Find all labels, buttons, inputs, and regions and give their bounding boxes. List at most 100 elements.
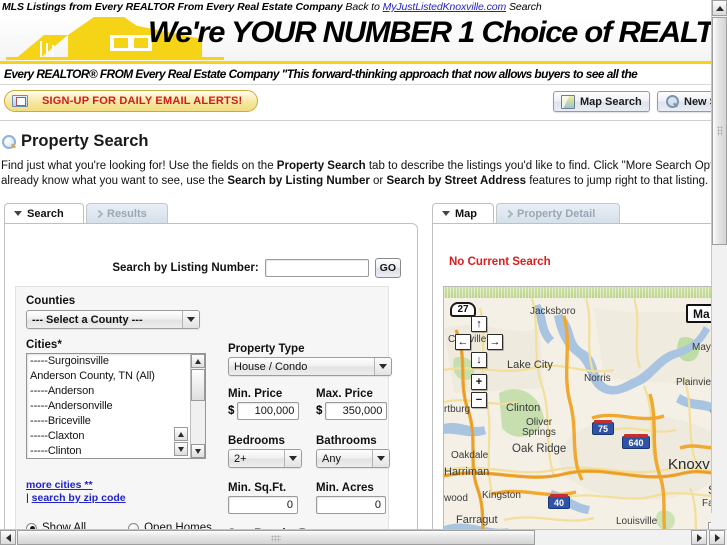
tab-results[interactable]: Results [86, 203, 168, 223]
counties-label: Counties [26, 295, 76, 307]
map-place-label: Farragut [456, 514, 498, 526]
zip-code-row: | search by zip code [26, 492, 126, 504]
strapline-backto: Back to [345, 1, 380, 13]
min-price-input[interactable] [237, 402, 300, 420]
map-zoom-out-button[interactable]: − [471, 392, 487, 408]
tab-property-detail[interactable]: Property Detail [496, 203, 620, 223]
listing-go-button[interactable]: GO [374, 258, 401, 278]
inner-scroll-down-button[interactable] [174, 442, 188, 456]
list-item[interactable]: -----Anderson [27, 384, 205, 399]
county-select[interactable]: --- Select a County --- [26, 310, 200, 329]
more-cities-link[interactable]: more cities ** [26, 479, 93, 491]
map-canvas[interactable]: Jacksboro Caryville Lake City Norris May… [444, 298, 724, 538]
chevron-down-icon[interactable] [372, 450, 389, 467]
list-item[interactable]: -----Andersonville [27, 399, 205, 414]
chevron-down-icon[interactable] [374, 358, 391, 375]
bedrooms-select[interactable]: 2+ [228, 449, 302, 468]
chevron-down-icon[interactable] [284, 450, 301, 467]
route-shield-27: 27 [450, 302, 476, 317]
site-home-link[interactable]: MyJustListedKnoxville.com [383, 1, 507, 13]
list-item[interactable]: -----Surgoinsville [27, 354, 205, 369]
currency-symbol: $ [228, 405, 235, 417]
map-pan-up-button[interactable]: ↑ [471, 316, 487, 332]
min-acres-field [316, 496, 386, 514]
page-description-line1: Find just what you're looking for! Use t… [1, 160, 727, 172]
window-scroll-right-button-2[interactable] [709, 530, 725, 545]
caret-down-icon [14, 211, 22, 216]
bedrooms-label: Bedrooms [228, 435, 285, 447]
window-scroll-right-button[interactable] [691, 530, 707, 545]
map-place-label: Louisville [616, 516, 658, 527]
min-acres-label: Min. Acres [316, 482, 374, 494]
scrollbar-thumb[interactable] [191, 369, 205, 401]
window-horizontal-scrollbar[interactable] [0, 529, 727, 545]
window-vscroll-thumb[interactable] [712, 17, 727, 245]
scrollbar-corner [711, 513, 727, 529]
map-place-label: Norris [584, 373, 611, 384]
go-label: GO [379, 262, 396, 274]
signup-email-alerts-button[interactable]: SIGN-UP FOR DAILY EMAIL ALERTS! [4, 90, 258, 112]
desc1-b: Property Search [276, 160, 366, 172]
tab-map[interactable]: Map [432, 203, 494, 223]
listing-number-input[interactable] [264, 259, 369, 277]
desc2-a: already know what you want to see, use t… [1, 175, 228, 187]
tab-property-detail-label: Property Detail [517, 207, 596, 220]
search-panel-body: Search by Listing Number: GO Counties --… [4, 223, 418, 545]
chevron-down-icon[interactable] [182, 311, 199, 328]
strapline-bold: MLS Listings from Every REALTOR From Eve… [2, 1, 343, 13]
property-type-label: Property Type [228, 343, 305, 355]
map-status-text: No Current Search [449, 256, 551, 268]
search-form-area: Counties --- Select a County --- Cities*… [15, 286, 392, 545]
min-sqft-label: Min. Sq.Ft. [228, 482, 287, 494]
highway-shield-640: 640 [622, 434, 650, 449]
min-sqft-input[interactable] [228, 496, 298, 514]
inner-scroll-up-button[interactable] [174, 427, 188, 441]
desc1-c: tab to describe the listings you'd like … [368, 160, 727, 172]
cities-scrollbar[interactable] [190, 354, 205, 458]
scroll-down-button[interactable] [191, 444, 205, 458]
window-hscroll-thumb[interactable] [17, 530, 535, 545]
min-price-field: $ [228, 402, 300, 420]
cities-listbox[interactable]: -----Surgoinsville Anderson County, TN (… [26, 353, 206, 459]
max-price-input[interactable] [325, 402, 388, 420]
bathrooms-select[interactable]: Any [316, 449, 390, 468]
map-pan-down-button[interactable]: ↓ [471, 352, 487, 368]
min-acres-input[interactable] [316, 496, 386, 514]
map-place-label: Oakdale [451, 450, 489, 461]
strapline-suffix: Search [508, 1, 542, 13]
page-description: Find just what you're looking for! Use t… [1, 159, 727, 189]
map-place-label-knoxville: Knoxv [668, 456, 710, 473]
bathrooms-label: Bathrooms [316, 435, 377, 447]
highway-shield-75: 75 [592, 420, 614, 435]
map-place-label: Jacksboro [530, 306, 576, 317]
bedrooms-value: 2+ [234, 452, 247, 465]
inner-scroll-buttons[interactable] [174, 427, 189, 457]
tab-results-label: Results [107, 207, 147, 220]
map-place-label: wood [444, 493, 468, 504]
banner-graphic-row: We're YOUR NUMBER 1 Choice of REALTORS / [0, 15, 711, 61]
tab-search[interactable]: Search [4, 203, 84, 223]
bathrooms-value: Any [322, 452, 341, 465]
scroll-up-button[interactable] [191, 354, 205, 368]
search-by-zip-link[interactable]: search by zip code [32, 492, 126, 504]
map-place-label: Kingston [482, 490, 521, 501]
cities-label: Cities* [26, 339, 62, 351]
property-type-value: House / Condo [234, 360, 308, 373]
page-title: Property Search [2, 132, 148, 151]
map-zoom-in-button[interactable]: + [471, 374, 487, 390]
map-place-label: Harriman [444, 466, 490, 478]
map-place-label: Oak Ridge [512, 443, 567, 455]
window-scroll-up-button[interactable] [712, 0, 727, 16]
map-search-button[interactable]: Map Search [553, 91, 650, 112]
property-type-select[interactable]: House / Condo [228, 357, 392, 376]
map-pan-right-button[interactable]: → [487, 334, 503, 350]
highway-shield-40: 40 [548, 494, 570, 509]
list-item[interactable]: Anderson County, TN (All) [27, 369, 205, 384]
map-place-label: rtburg [444, 404, 471, 415]
map-viewport[interactable]: Jacksboro Caryville Lake City Norris May… [443, 286, 725, 538]
window-scroll-left-button[interactable] [0, 530, 16, 545]
page-description-line2: already know what you want to see, use t… [1, 174, 715, 189]
site-banner: We're YOUR NUMBER 1 Choice of REALTORS /… [0, 15, 711, 85]
window-vertical-scrollbar[interactable] [711, 0, 727, 529]
map-pan-left-button[interactable]: ← [455, 334, 471, 350]
